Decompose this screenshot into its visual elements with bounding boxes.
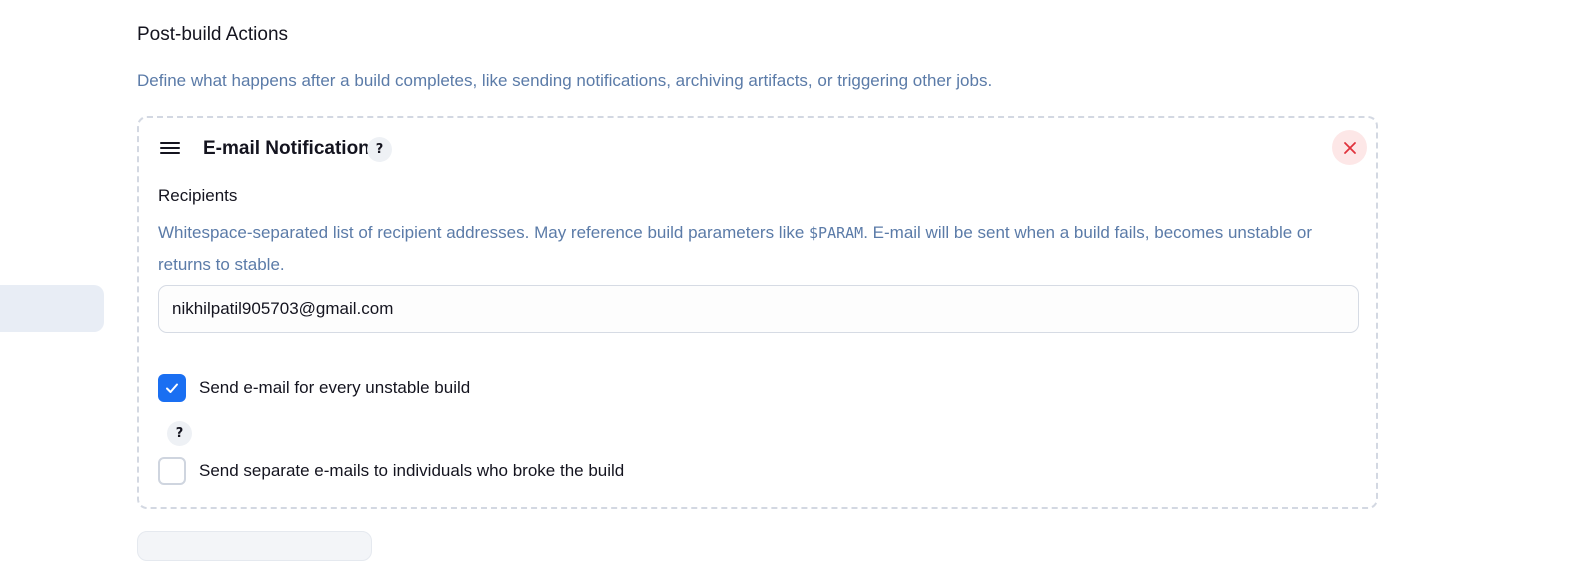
help-button[interactable]: ? [167, 421, 192, 446]
unstable-build-option[interactable]: Send e-mail for every unstable build [158, 374, 470, 402]
email-notification-card: E-mail Notification ? Recipients Whitesp… [137, 116, 1378, 509]
checkmark-icon [166, 383, 178, 393]
section-title: Post-build Actions [137, 24, 289, 45]
recipients-description: Whitespace-separated list of recipient a… [158, 217, 1348, 280]
delete-button[interactable] [1332, 130, 1367, 165]
separate-emails-label: Send separate e-mails to individuals who… [199, 461, 625, 480]
close-icon [1343, 141, 1356, 154]
recipients-description-text: Whitespace-separated list of recipient a… [158, 223, 810, 242]
section-description: Define what happens after a build comple… [137, 71, 993, 90]
help-button[interactable]: ? [367, 137, 392, 162]
add-post-build-action-button[interactable] [137, 531, 372, 561]
card-title: E-mail Notification [203, 138, 370, 159]
recipients-input[interactable] [158, 285, 1359, 333]
param-code: $PARAM [809, 224, 864, 242]
separate-emails-option[interactable]: Send separate e-mails to individuals who… [158, 457, 624, 485]
separate-emails-checkbox[interactable] [158, 457, 186, 485]
unstable-build-checkbox[interactable] [158, 374, 186, 402]
unstable-build-label: Send e-mail for every unstable build [199, 378, 471, 397]
sidebar-item-active[interactable] [0, 285, 104, 332]
recipients-label: Recipients [158, 186, 238, 205]
drag-handle-icon[interactable] [160, 142, 180, 158]
